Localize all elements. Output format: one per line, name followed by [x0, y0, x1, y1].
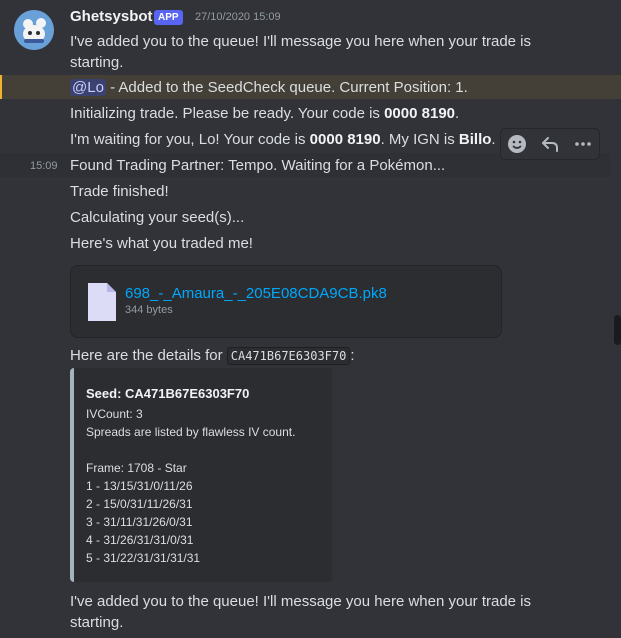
embed-line: 5 - 31/22/31/31/31/31	[86, 551, 201, 565]
wait-end: .	[491, 131, 496, 148]
file-icon	[87, 282, 117, 322]
trade-code: 0000 8190	[384, 105, 455, 122]
scrollbar-thumb[interactable]	[614, 315, 621, 345]
avatar[interactable]	[14, 10, 54, 50]
add-reaction-icon[interactable]	[505, 132, 529, 156]
wait-code: 0000 8190	[309, 131, 381, 148]
message-timestamp[interactable]: 27/10/2020 15:09	[195, 11, 281, 23]
reply-icon[interactable]	[538, 132, 562, 156]
attachment-file-link[interactable]: 698_-_Amaura_-_205E08CDA9CB.pk8	[125, 285, 387, 302]
wait-text: I'm waiting for you, Lo! Your code is	[70, 131, 310, 148]
details-text: Here are the details for	[70, 347, 227, 364]
details-end: :	[350, 347, 355, 364]
attachment-file-size: 344 bytes	[125, 304, 173, 316]
embed-line: 3 - 31/11/31/26/0/31	[86, 515, 193, 529]
message-line: Found Trading Partner: Tempo. Waiting fo…	[70, 157, 446, 174]
more-icon[interactable]	[571, 132, 595, 156]
message-line: I've added you to the queue! I'll messag…	[70, 33, 532, 50]
mention-line: @Lo - Added to the SeedCheck queue. Curr…	[70, 77, 468, 99]
inline-code: CA471B67E6303F70	[226, 347, 351, 365]
app-badge: APP	[154, 10, 183, 25]
init-text: Initializing trade. Please be ready. You…	[70, 105, 385, 122]
embed-title: Seed: CA471B67E6303F70	[86, 386, 250, 401]
author-name[interactable]: Ghetsysbot	[70, 8, 153, 25]
wait-mid-text: . My IGN is	[380, 131, 459, 148]
init-end: .	[455, 105, 460, 122]
message-line: Here's what you traded me!	[70, 235, 253, 252]
user-mention[interactable]: @Lo	[70, 79, 106, 96]
mention-text: - Added to the SeedCheck queue. Current …	[105, 79, 468, 96]
init-line: Initializing trade. Please be ready. You…	[70, 103, 459, 125]
message-line: Trade finished!	[70, 183, 169, 200]
waiting-line: I'm waiting for you, Lo! Your code is 00…	[70, 129, 496, 151]
bot-avatar-icon	[14, 10, 54, 50]
embed-line: 4 - 31/26/31/31/0/31	[86, 533, 194, 547]
side-timestamp[interactable]: 15:09	[30, 160, 58, 172]
message-line: I've added you to the queue! I'll messag…	[70, 593, 532, 610]
embed-line: Spreads are listed by flawless IV count.	[86, 425, 296, 439]
embed-line: IVCount: 3	[86, 407, 143, 421]
embed-line: 1 - 13/15/31/0/11/26	[86, 479, 193, 493]
message-line: Calculating your seed(s)...	[70, 209, 245, 226]
message-actions-toolbar	[500, 128, 600, 160]
message-line: starting.	[70, 54, 124, 71]
message-line: starting.	[70, 614, 124, 631]
embed-line: 2 - 15/0/31/11/26/31	[86, 497, 193, 511]
ign-name: Billo	[458, 131, 492, 148]
embed-line: Frame: 1708 - Star	[86, 461, 187, 475]
details-line: Here are the details for CA471B67E6303F7…	[70, 345, 355, 367]
